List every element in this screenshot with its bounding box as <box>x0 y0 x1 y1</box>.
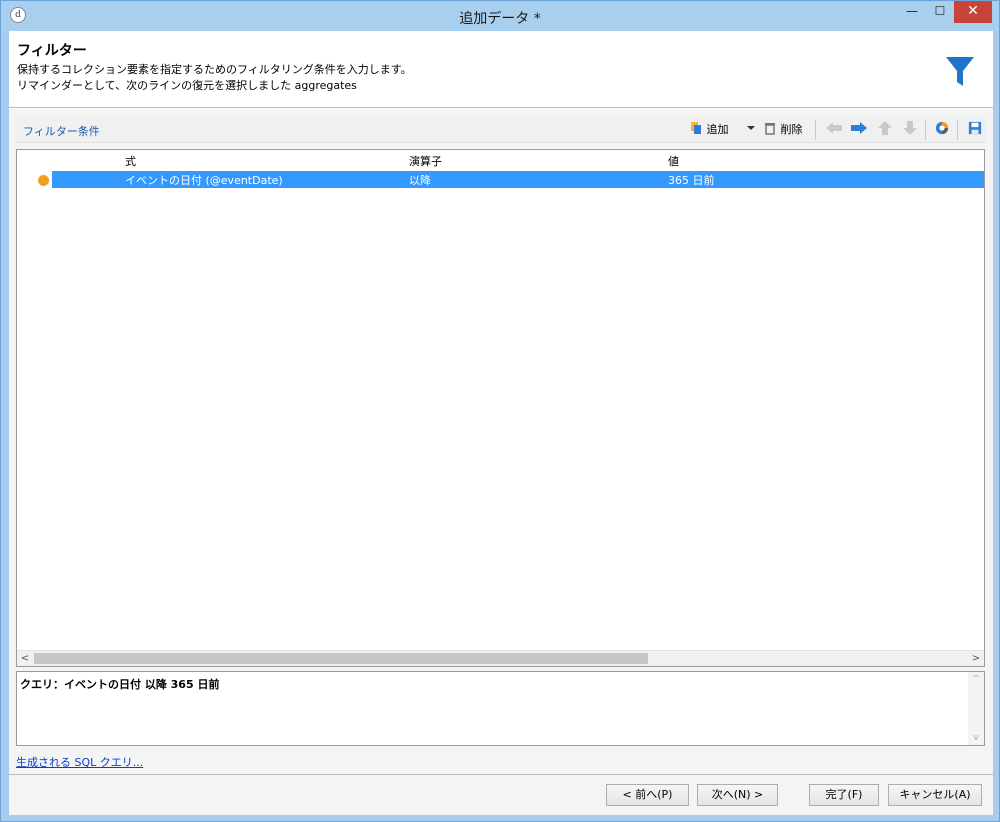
query-text: クエリ：イベントの日付 以降 365 日前 <box>20 678 220 691</box>
scroll-left-icon[interactable]: < <box>17 651 33 666</box>
maximize-button[interactable]: ☐ <box>926 1 954 23</box>
wizard-header: フィルター 保持するコレクション要素を指定するためのフィルタリング条件を入力しま… <box>9 31 993 108</box>
filter-conditions-grid[interactable]: 式 演算子 値 イベントの日付 (@eventDate) 以降 365 日前 <… <box>16 149 985 667</box>
minimize-button[interactable]: — <box>898 1 926 23</box>
add-dropdown[interactable] <box>747 120 755 140</box>
next-button[interactable]: 次へ(N) > <box>697 784 778 806</box>
delete-label: 削除 <box>780 123 803 136</box>
generated-sql-link[interactable]: 生成される SQL クエリ... <box>16 754 143 770</box>
filter-conditions-label: フィルター条件 <box>23 125 100 138</box>
toolbar-divider <box>925 120 926 140</box>
cell-value[interactable]: 365 日前 <box>668 172 715 188</box>
finish-button[interactable]: 完了(F) <box>809 784 879 806</box>
filter-toolbar: フィルター条件 追加 削除 <box>16 117 986 143</box>
funnel-icon <box>946 57 974 86</box>
dialog-content: フィルター 保持するコレクション要素を指定するためのフィルタリング条件を入力しま… <box>9 31 993 815</box>
arrow-up-icon <box>878 121 892 135</box>
column-header-operator[interactable]: 演算子 <box>409 153 442 169</box>
page-reminder: リマインダーとして、次のラインの復元を選択しました aggregates <box>17 79 357 92</box>
dialog-window: d 追加データ * — ☐ ✕ フィルター 保持するコレクション要素を指定するた… <box>0 0 1000 822</box>
table-row[interactable]: イベントの日付 (@eventDate) 以降 365 日前 <box>52 171 984 188</box>
move-down-button[interactable] <box>902 120 918 140</box>
grid-header: 式 演算子 値 <box>17 150 984 170</box>
cell-operator[interactable]: 以降 <box>409 172 431 188</box>
cell-expression[interactable]: イベントの日付 (@eventDate) <box>125 172 283 188</box>
window-title: 追加データ * <box>459 11 541 27</box>
page-title: フィルター <box>17 43 87 59</box>
row-status-icon <box>38 175 49 186</box>
move-left-button[interactable] <box>825 120 843 140</box>
dropdown-arrow-icon <box>747 126 755 130</box>
arrow-down-icon <box>903 121 917 135</box>
delete-button[interactable]: 削除 <box>763 120 803 140</box>
column-header-expression[interactable]: 式 <box>125 153 136 169</box>
chart-icon <box>935 121 949 135</box>
move-up-button[interactable] <box>877 120 893 140</box>
filter-panel: フィルター条件 追加 削除 式 演算子 値 イベントの日付 (@eventDat… <box>9 109 993 815</box>
vertical-scrollbar[interactable]: ^ v <box>968 672 984 745</box>
save-button[interactable] <box>967 120 983 140</box>
page-description: 保持するコレクション要素を指定するためのフィルタリング条件を入力します。 <box>17 63 412 76</box>
scroll-up-icon[interactable]: ^ <box>968 672 984 686</box>
arrow-right-icon <box>851 122 867 134</box>
add-button[interactable]: 追加 <box>689 120 729 140</box>
arrow-left-icon <box>826 122 842 134</box>
move-right-button[interactable] <box>850 120 868 140</box>
toolbar-divider <box>815 120 816 140</box>
scroll-down-icon[interactable]: v <box>968 731 984 745</box>
footer-divider <box>9 774 993 775</box>
toolbar-divider <box>957 120 958 140</box>
prev-button[interactable]: < 前へ(P) <box>606 784 689 806</box>
trash-icon <box>765 123 775 135</box>
title-bar[interactable]: d 追加データ * — ☐ ✕ <box>1 1 999 31</box>
cancel-button[interactable]: キャンセル(A) <box>888 784 982 806</box>
close-button[interactable]: ✕ <box>954 1 992 23</box>
distribution-button[interactable] <box>934 120 950 140</box>
save-icon <box>968 121 982 135</box>
add-icon <box>691 122 701 134</box>
query-preview: クエリ：イベントの日付 以降 365 日前 ^ v <box>16 671 985 746</box>
scrollbar-thumb[interactable] <box>34 653 648 664</box>
add-label: 追加 <box>706 123 729 136</box>
scroll-right-icon[interactable]: > <box>968 651 984 666</box>
horizontal-scrollbar[interactable]: < > <box>17 650 984 666</box>
column-header-value[interactable]: 値 <box>668 153 679 169</box>
